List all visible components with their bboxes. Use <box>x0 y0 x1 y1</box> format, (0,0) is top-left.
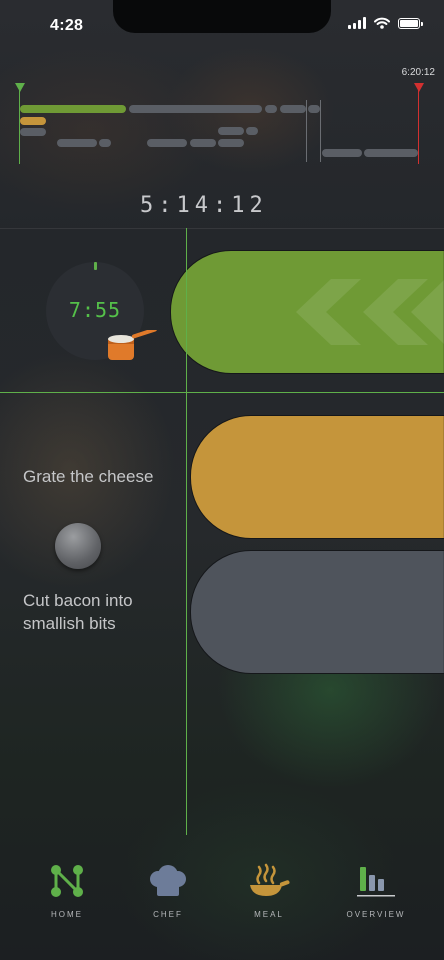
timeline-segment <box>190 139 216 147</box>
tab-overview[interactable]: OVERVIEW <box>321 860 431 919</box>
timeline-segment <box>147 139 187 147</box>
app-screen: 4:28 6:20:12 5:14:12 7:55 Grate the chee… <box>0 0 444 960</box>
home-network-icon <box>51 865 83 897</box>
chef-hat-icon <box>150 865 186 896</box>
status-time: 4:28 <box>50 17 84 34</box>
timeline-segment <box>20 117 46 125</box>
timeline-divider <box>320 100 321 162</box>
timeline-segment <box>364 149 418 157</box>
tab-label-overview: OVERVIEW <box>346 910 406 919</box>
section-divider <box>0 228 444 229</box>
timeline-start-line <box>19 88 20 164</box>
now-line-vertical <box>186 228 187 835</box>
pan-icon <box>250 863 290 896</box>
timeline-segment <box>218 139 244 147</box>
wifi-icon <box>374 17 390 29</box>
timeline-end-time: 6:20:12 <box>401 67 435 78</box>
timeline-end-line <box>418 88 419 164</box>
active-task-pill[interactable] <box>170 250 444 374</box>
elapsed-time: 5:14:12 <box>140 193 268 218</box>
active-timer-value: 7:55 <box>68 298 122 322</box>
tab-chef[interactable]: CHEF <box>113 860 223 919</box>
saucepan-icon <box>108 330 157 360</box>
task-pill-cut-bacon[interactable] <box>190 550 444 674</box>
timeline-segment <box>20 128 46 136</box>
chevrons-left-icon <box>296 279 444 345</box>
timeline-segment <box>308 105 320 113</box>
timeline-segment <box>280 105 306 113</box>
timeline-segment <box>218 127 244 135</box>
now-line-horizontal <box>0 392 444 393</box>
tab-label-meal: MEAL <box>254 910 284 919</box>
timer-progress-tick <box>94 262 97 270</box>
tab-bar: HOME CHEF MEAL OVERVIEW <box>0 860 444 960</box>
tab-meal[interactable]: MEAL <box>214 860 324 919</box>
task-label-cut-bacon: Cut bacon into smallish bits <box>23 591 133 633</box>
tab-home[interactable]: HOME <box>12 860 122 919</box>
signal-icon <box>348 17 366 29</box>
timeline-start-marker <box>15 83 25 92</box>
device-notch <box>113 0 331 33</box>
timeline-divider <box>306 100 307 162</box>
tab-label-chef: CHEF <box>153 910 183 919</box>
task-pill-grate-cheese[interactable] <box>190 415 444 539</box>
timeline-overview[interactable]: 6:20:12 <box>0 60 444 170</box>
task-label-grate-cheese: Grate the cheese <box>23 467 154 486</box>
timeline-segment <box>57 139 97 147</box>
tab-label-home: HOME <box>51 910 83 919</box>
timeline-segment <box>20 105 126 113</box>
timeline-segment <box>322 149 362 157</box>
timeline-end-marker <box>414 83 424 92</box>
timeline-segment <box>129 105 262 113</box>
timeline-segment <box>99 139 111 147</box>
battery-icon <box>398 17 423 29</box>
task-toggle-knob[interactable] <box>55 523 101 569</box>
bar-chart-icon <box>357 867 395 897</box>
status-icons <box>348 17 423 29</box>
timeline-segment <box>265 105 277 113</box>
timeline-segment <box>246 127 258 135</box>
